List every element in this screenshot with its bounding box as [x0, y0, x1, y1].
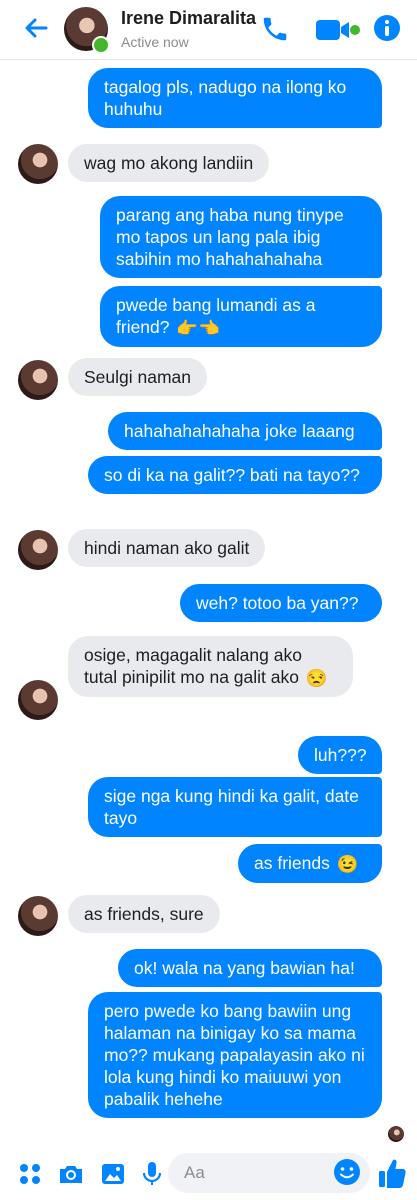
back-arrow-icon[interactable]: [20, 12, 52, 44]
outgoing-message[interactable]: parang ang haba nung tinype mo tapos un …: [100, 196, 382, 278]
winking-face-emoji: 😉: [336, 854, 359, 875]
contact-avatar: [18, 896, 58, 936]
outgoing-message[interactable]: sige nga kung hindi ka galit, date tayo: [88, 777, 382, 837]
message-text: sige nga kung hindi ka galit, date tayo: [104, 786, 359, 828]
message-text: ok! wala na yang bawian ha!: [134, 958, 355, 978]
message-text: tagalog pls, nadugo na ilong ko huhuhu: [104, 77, 347, 119]
read-receipt-avatar: [388, 1126, 404, 1142]
contact-avatar: [18, 360, 58, 400]
outgoing-message[interactable]: pero pwede ko bang bawiin ung halaman na…: [88, 992, 382, 1118]
outgoing-message[interactable]: tagalog pls, nadugo na ilong ko huhuhu: [88, 68, 382, 128]
video-camera-icon[interactable]: [315, 16, 363, 44]
thumbs-up-icon[interactable]: [377, 1156, 407, 1190]
message-text: osige, magagalit nalang ako tutal pinipi…: [84, 645, 302, 687]
conversation-header: Irene Dimaralita Active now: [0, 0, 417, 60]
outgoing-message[interactable]: ok! wala na yang bawian ha!: [118, 949, 382, 987]
image-icon[interactable]: [99, 1160, 127, 1188]
message-text: as friends, sure: [84, 904, 204, 924]
message-text: so di ka na galit?? bati na tayo??: [104, 465, 360, 485]
incoming-message[interactable]: hindi naman ako galit: [68, 529, 266, 567]
contact-name[interactable]: Irene Dimaralita: [121, 8, 256, 29]
message-text: parang ang haba nung tinype mo tapos un …: [116, 205, 344, 269]
message-text: Seulgi naman: [84, 367, 192, 387]
outgoing-message[interactable]: weh? totoo ba yan??: [180, 584, 382, 622]
online-indicator: [92, 36, 110, 54]
message-composer: [0, 1148, 417, 1200]
incoming-message[interactable]: osige, magagalit nalang ako tutal pinipi…: [68, 636, 353, 698]
contact-avatar: [18, 530, 58, 570]
message-text: hindi naman ako galit: [84, 538, 250, 558]
outgoing-message[interactable]: pwede bang lumandi as a friend? 👉👈: [100, 286, 382, 348]
message-text: hahahahahahaha joke laaang: [124, 421, 355, 441]
contact-avatar: [18, 144, 58, 184]
message-text: as friends: [254, 853, 330, 873]
hand-emoji: 👉👈: [176, 318, 220, 339]
message-text: wag mo akong landiin: [84, 153, 254, 173]
outgoing-message[interactable]: luh???: [298, 736, 382, 774]
info-icon[interactable]: [373, 14, 401, 42]
outgoing-message[interactable]: hahahahahahaha joke laaang: [108, 412, 382, 450]
outgoing-message[interactable]: so di ka na galit?? bati na tayo??: [88, 456, 382, 494]
message-text: pero pwede ko bang bawiin ung halaman na…: [104, 1001, 365, 1109]
message-text: weh? totoo ba yan??: [196, 593, 359, 613]
message-text: luh???: [314, 745, 367, 765]
microphone-icon[interactable]: [138, 1160, 166, 1188]
incoming-message[interactable]: Seulgi naman: [68, 358, 208, 396]
smiley-icon[interactable]: [332, 1157, 362, 1187]
camera-icon[interactable]: [57, 1160, 85, 1188]
contact-avatar: [18, 680, 58, 720]
apps-grid-icon[interactable]: [16, 1160, 44, 1188]
incoming-message[interactable]: wag mo akong landiin: [68, 144, 270, 182]
outgoing-message[interactable]: as friends 😉: [238, 844, 382, 884]
active-status: Active now: [121, 34, 189, 50]
incoming-message[interactable]: as friends, sure: [68, 895, 220, 933]
phone-icon[interactable]: [260, 14, 290, 44]
unamused-face-emoji: 😒: [305, 668, 328, 689]
